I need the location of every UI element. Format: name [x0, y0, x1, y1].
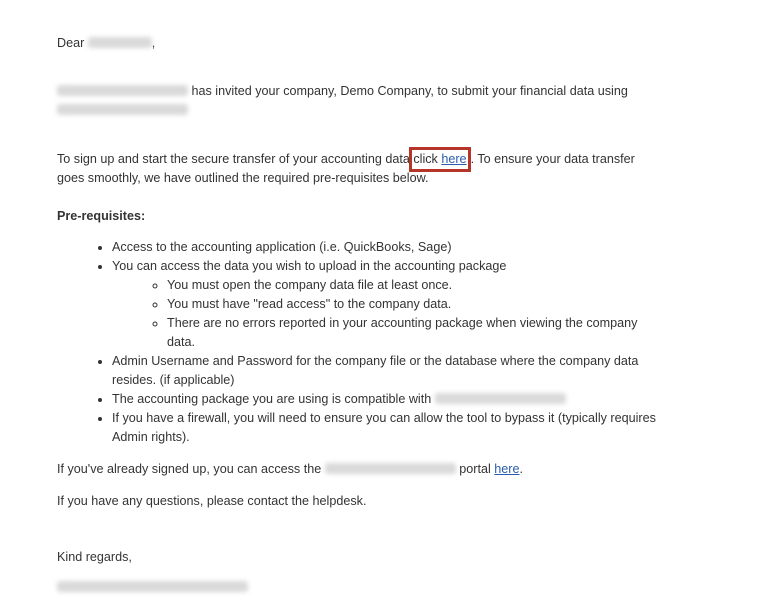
- intro-paragraph: has invited your company, Demo Company, …: [57, 82, 657, 120]
- signup-here-link[interactable]: here: [441, 152, 466, 166]
- redacted-portal-name: [324, 463, 456, 474]
- prerequisites-list: Access to the accounting application (i.…: [57, 238, 657, 447]
- redacted-product-name-2: [434, 393, 566, 404]
- portal-here-link[interactable]: here: [494, 462, 519, 476]
- highlighted-signup-link-box: click here: [409, 147, 471, 172]
- portal-text-middle: portal: [459, 462, 491, 476]
- redacted-product-name: [57, 104, 188, 115]
- prereq-subitem-no-errors: There are no errors reported in your acc…: [167, 314, 657, 352]
- redacted-recipient-name: [87, 37, 152, 48]
- prereq-item-admin-credentials: Admin Username and Password for the comp…: [112, 352, 657, 390]
- prereq-item-data-access-label: You can access the data you wish to uplo…: [112, 259, 507, 273]
- prereq-item-accounting-app: Access to the accounting application (i.…: [112, 238, 657, 257]
- portal-period: .: [519, 462, 523, 476]
- portal-paragraph: If you've already signed up, you can acc…: [57, 460, 657, 479]
- prereq-item-compatibility-label: The accounting package you are using is …: [112, 392, 432, 406]
- prereq-subitem-open-file: You must open the company data file at l…: [167, 276, 657, 295]
- prereq-subitem-read-access: You must have "read access" to the compa…: [167, 295, 657, 314]
- greeting-line: Dear ,: [57, 34, 657, 53]
- prerequisites-heading: Pre-requisites:: [57, 209, 146, 223]
- email-body: Dear , has invited your company, Demo Co…: [57, 34, 657, 597]
- prereq-sublist: You must open the company data file at l…: [112, 276, 657, 352]
- closing-line: Kind regards,: [57, 550, 132, 564]
- redacted-signature: [57, 581, 248, 592]
- portal-text-before: If you've already signed up, you can acc…: [57, 462, 322, 476]
- signup-paragraph: To sign up and start the secure transfer…: [57, 147, 662, 188]
- prereq-item-data-access: You can access the data you wish to uplo…: [112, 257, 657, 352]
- redacted-company-name: [57, 85, 188, 96]
- intro-text: has invited your company, Demo Company, …: [191, 84, 628, 98]
- questions-paragraph: If you have any questions, please contac…: [57, 494, 367, 508]
- greeting-comma: ,: [151, 36, 156, 50]
- signup-text-before: To sign up and start the secure transfer…: [57, 152, 410, 166]
- signup-click-prefix: click: [413, 152, 438, 166]
- greeting-salutation: Dear: [57, 36, 85, 50]
- prereq-item-firewall: If you have a firewall, you will need to…: [112, 409, 657, 447]
- signature-line: [57, 578, 657, 597]
- prereq-item-compatibility: The accounting package you are using is …: [112, 390, 657, 409]
